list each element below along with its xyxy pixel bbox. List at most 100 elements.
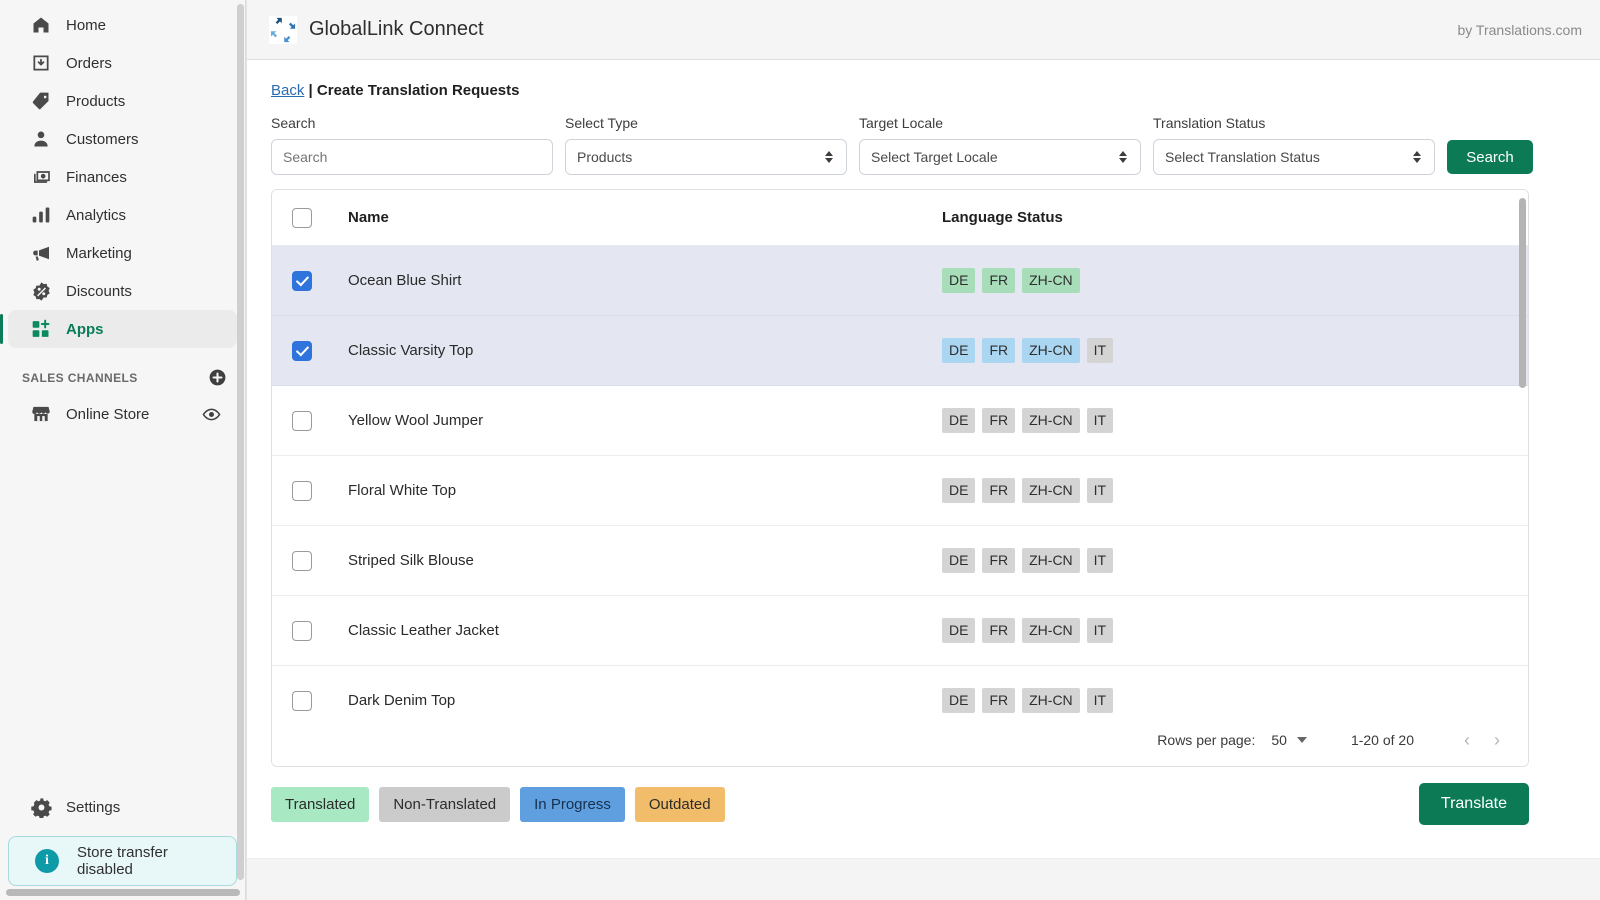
row-checkbox[interactable] bbox=[292, 410, 312, 431]
row-checkbox[interactable] bbox=[292, 550, 312, 571]
sidebar-item-online-store[interactable]: Online Store bbox=[8, 395, 237, 433]
table-row[interactable]: Ocean Blue Shirt DE FR ZH-CN bbox=[272, 246, 1528, 316]
language-badge[interactable]: FR bbox=[982, 548, 1016, 573]
language-badge[interactable]: ZH-CN bbox=[1022, 408, 1080, 433]
row-name: Floral White Top bbox=[348, 482, 457, 499]
main-panel: GlobalLink Connect by Translations.com B… bbox=[246, 0, 1600, 900]
store-icon bbox=[30, 403, 52, 425]
app-title: GlobalLink Connect bbox=[309, 18, 484, 40]
chevron-down-icon bbox=[1296, 737, 1307, 743]
sidebar-item-home[interactable]: Home bbox=[8, 6, 237, 44]
select-type-dropdown[interactable]: Products bbox=[565, 139, 847, 175]
chevron-updown-icon bbox=[1413, 151, 1421, 163]
language-badge[interactable]: ZH-CN bbox=[1022, 478, 1080, 503]
legend-chip-nontranslated[interactable]: Non-Translated bbox=[379, 786, 511, 822]
store-transfer-alert[interactable]: i Store transfer disabled bbox=[8, 836, 237, 886]
search-button[interactable]: Search bbox=[1447, 140, 1533, 174]
breadcrumb: Back | Create Translation Requests bbox=[271, 82, 1576, 99]
status-field-group: Translation Status Select Translation St… bbox=[1153, 115, 1435, 175]
back-link[interactable]: Back bbox=[271, 82, 304, 99]
language-badge[interactable]: FR bbox=[982, 268, 1016, 293]
sidebar-item-finances[interactable]: Finances bbox=[8, 158, 237, 196]
legend-chip-inprogress[interactable]: In Progress bbox=[520, 786, 625, 822]
rows-per-page-select[interactable]: 50 bbox=[1271, 732, 1307, 748]
language-badge[interactable]: IT bbox=[1086, 408, 1114, 433]
sidebar-item-label: Online Store bbox=[66, 405, 150, 423]
translation-status-dropdown[interactable]: Select Translation Status bbox=[1153, 139, 1435, 175]
target-locale-label: Target Locale bbox=[859, 115, 944, 131]
language-badge[interactable]: IT bbox=[1086, 338, 1114, 363]
language-badge[interactable]: DE bbox=[942, 408, 976, 433]
table-row[interactable]: Classic Leather Jacket DE FR ZH-CN IT bbox=[272, 596, 1528, 666]
sidebar-item-discounts[interactable]: Discounts bbox=[8, 272, 237, 310]
translate-button[interactable]: Translate bbox=[1418, 783, 1529, 825]
orders-icon bbox=[30, 52, 52, 74]
table-scrollbar-thumb[interactable] bbox=[1519, 198, 1526, 388]
sidebar-item-analytics[interactable]: Analytics bbox=[8, 196, 237, 234]
filter-bar: Search Select Type Products Target Local… bbox=[271, 115, 1576, 175]
table-row[interactable]: Classic Varsity Top DE FR ZH-CN IT bbox=[272, 316, 1528, 386]
language-badge[interactable]: FR bbox=[982, 478, 1016, 503]
language-badge[interactable]: DE bbox=[942, 338, 976, 363]
eye-icon[interactable] bbox=[202, 405, 221, 424]
search-label: Search bbox=[271, 115, 316, 131]
sidebar-item-customers[interactable]: Customers bbox=[8, 120, 237, 158]
row-checkbox[interactable] bbox=[292, 480, 312, 501]
row-checkbox-cell bbox=[292, 410, 334, 431]
table-row[interactable]: Yellow Wool Jumper DE FR ZH-CN IT bbox=[272, 386, 1528, 456]
sidebar-item-products[interactable]: Products bbox=[8, 82, 237, 120]
legend-chip-translated[interactable]: Translated bbox=[271, 786, 370, 822]
table-row[interactable]: Striped Silk Blouse DE FR ZH-CN IT bbox=[272, 526, 1528, 596]
table-row[interactable]: Floral White Top DE FR ZH-CN IT bbox=[272, 456, 1528, 526]
sidebar-item-marketing[interactable]: Marketing bbox=[8, 234, 237, 272]
plus-circle-icon[interactable] bbox=[208, 368, 227, 387]
legend-chip-outdated[interactable]: Outdated bbox=[634, 786, 725, 822]
language-badge[interactable]: DE bbox=[942, 548, 976, 573]
language-badge[interactable]: ZH-CN bbox=[1022, 548, 1080, 573]
row-checkbox-cell bbox=[292, 550, 334, 571]
language-badge[interactable]: DE bbox=[942, 478, 976, 503]
row-checkbox-cell bbox=[292, 270, 334, 291]
language-badge[interactable]: FR bbox=[982, 688, 1016, 713]
row-language-status: DE FR ZH-CN IT bbox=[942, 478, 1528, 503]
language-badge[interactable]: ZH-CN bbox=[1022, 688, 1080, 713]
chevron-right-icon[interactable]: › bbox=[1482, 730, 1512, 751]
app-header: GlobalLink Connect by Translations.com bbox=[247, 0, 1600, 60]
row-name: Dark Denim Top bbox=[348, 692, 456, 709]
language-badge[interactable]: FR bbox=[982, 338, 1016, 363]
language-badge[interactable]: IT bbox=[1086, 618, 1114, 643]
language-badge[interactable]: DE bbox=[942, 618, 976, 643]
language-badge[interactable]: FR bbox=[982, 408, 1016, 433]
sidebar-item-apps[interactable]: Apps bbox=[0, 310, 237, 348]
settings-row: Settings bbox=[0, 788, 245, 836]
language-badge[interactable]: DE bbox=[942, 268, 976, 293]
select-all-checkbox[interactable] bbox=[292, 207, 312, 228]
sidebar-item-settings[interactable]: Settings bbox=[8, 788, 237, 826]
table-header-row: Name Language Status bbox=[272, 190, 1528, 246]
language-badge[interactable]: IT bbox=[1086, 478, 1114, 503]
target-locale-dropdown[interactable]: Select Target Locale bbox=[859, 139, 1141, 175]
sidebar-horizontal-scrollbar[interactable] bbox=[6, 889, 240, 896]
language-badge[interactable]: IT bbox=[1086, 548, 1114, 573]
language-badge[interactable]: FR bbox=[982, 618, 1016, 643]
sidebar-vertical-scrollbar[interactable] bbox=[237, 4, 244, 880]
legend-row: Translated Non-Translated In Progress Outda… bbox=[271, 783, 1529, 825]
page-title: Create Translation Requests bbox=[316, 82, 520, 99]
row-checkbox[interactable] bbox=[292, 340, 312, 361]
marketing-icon bbox=[30, 242, 52, 264]
row-checkbox[interactable] bbox=[292, 270, 312, 291]
language-badge[interactable]: ZH-CN bbox=[1022, 618, 1080, 643]
sidebar-item-orders[interactable]: Orders bbox=[8, 44, 237, 82]
language-badge[interactable]: ZH-CN bbox=[1022, 338, 1080, 363]
sidebar-item-label: Marketing bbox=[66, 244, 132, 262]
language-badge[interactable]: ZH-CN bbox=[1022, 268, 1080, 293]
row-checkbox-cell bbox=[292, 620, 334, 641]
row-language-status: DE FR ZH-CN IT bbox=[942, 618, 1528, 643]
pagination-range: 1-20 of 20 bbox=[1350, 732, 1414, 748]
row-checkbox[interactable] bbox=[292, 620, 312, 641]
language-badge[interactable]: DE bbox=[942, 688, 976, 713]
chevron-left-icon[interactable]: ‹ bbox=[1452, 730, 1482, 751]
search-input[interactable] bbox=[271, 139, 553, 175]
language-badge[interactable]: IT bbox=[1086, 688, 1114, 713]
row-checkbox[interactable] bbox=[292, 690, 312, 711]
